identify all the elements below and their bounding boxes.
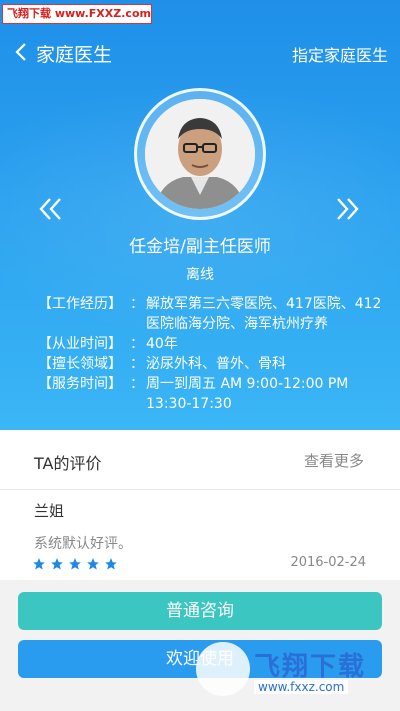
reviews-section: TA的评价 查看更多 兰姐 系统默认好评。 2016-02-24 bbox=[0, 430, 400, 580]
nav-bar: 家庭医生 指定家庭医生 bbox=[0, 36, 400, 70]
info-row-specialty: 【擅长领域】 ： 泌尿外科、普外、骨科 bbox=[38, 354, 388, 374]
info-colon: ： bbox=[130, 336, 144, 352]
info-value: 解放军第三六零医院、417医院、412医院临海分院、海军杭州疗养 bbox=[146, 296, 382, 332]
info-value: 40年 bbox=[146, 336, 178, 352]
review-text: 系统默认好评。 bbox=[34, 536, 132, 552]
info-colon: ： bbox=[130, 376, 144, 392]
reviewer-name: 兰姐 bbox=[34, 502, 65, 520]
info-row-experience: 【工作经历】 ： 解放军第三六零医院、417医院、412医院临海分院、海军杭州疗… bbox=[38, 294, 388, 334]
info-row-years: 【从业时间】 ： 40年 bbox=[38, 334, 388, 354]
star-icon bbox=[51, 558, 63, 570]
normal-consult-button[interactable]: 普通咨询 bbox=[18, 592, 382, 630]
watermark-logo: 飞翔下载 www.fxxz.com bbox=[196, 642, 396, 700]
previous-doctor-icon[interactable] bbox=[36, 196, 66, 222]
info-colon: ： bbox=[130, 296, 144, 312]
watermark-logo-icon bbox=[196, 642, 250, 696]
back-arrow-icon[interactable] bbox=[12, 40, 32, 64]
next-doctor-icon[interactable] bbox=[332, 196, 362, 222]
doctor-avatar bbox=[145, 99, 255, 209]
doctor-info: 【工作经历】 ： 解放军第三六零医院、417医院、412医院临海分院、海军杭州疗… bbox=[38, 294, 388, 414]
page-title: 家庭医生 bbox=[36, 44, 113, 66]
watermark-site-badge: 飞翔下载 www.FXXZ.com bbox=[2, 4, 152, 24]
info-label: 【擅长领域】 bbox=[38, 356, 122, 372]
info-row-service-time: 【服务时间】 ： 周一到周五 AM 9:00-12:00 PM 13:30-17… bbox=[38, 374, 388, 414]
rating-stars bbox=[32, 557, 118, 571]
info-colon: ： bbox=[130, 356, 144, 372]
info-value: 泌尿外科、普外、骨科 bbox=[146, 356, 286, 372]
doctor-name-title: 任金培/副主任医师 bbox=[129, 237, 271, 257]
view-more-link[interactable]: 查看更多 bbox=[304, 450, 364, 471]
reviews-title: TA的评价 bbox=[34, 454, 102, 473]
star-icon bbox=[69, 558, 81, 570]
doctor-portrait-icon bbox=[145, 99, 255, 209]
star-icon bbox=[87, 558, 99, 570]
reviews-header: TA的评价 查看更多 bbox=[0, 430, 400, 490]
info-label: 【服务时间】 bbox=[38, 376, 122, 392]
review-date: 2016-02-24 bbox=[290, 555, 366, 570]
doctor-header: 家庭医生 指定家庭医生 任金培/副主任医师 离线 【工作经历】 ： 解放军第三六… bbox=[0, 0, 400, 430]
star-icon bbox=[105, 558, 117, 570]
avatar-frame bbox=[134, 88, 266, 220]
watermark-text: 飞翔下载 bbox=[254, 652, 367, 682]
online-status: 离线 bbox=[186, 267, 214, 283]
assign-doctor-link[interactable]: 指定家庭医生 bbox=[292, 42, 388, 66]
info-value: 周一到周五 AM 9:00-12:00 PM 13:30-17:30 bbox=[146, 376, 349, 412]
info-label: 【工作经历】 bbox=[38, 296, 122, 312]
star-icon bbox=[33, 558, 45, 570]
watermark-url: www.fxxz.com bbox=[254, 680, 349, 694]
info-label: 【从业时间】 bbox=[38, 336, 122, 352]
